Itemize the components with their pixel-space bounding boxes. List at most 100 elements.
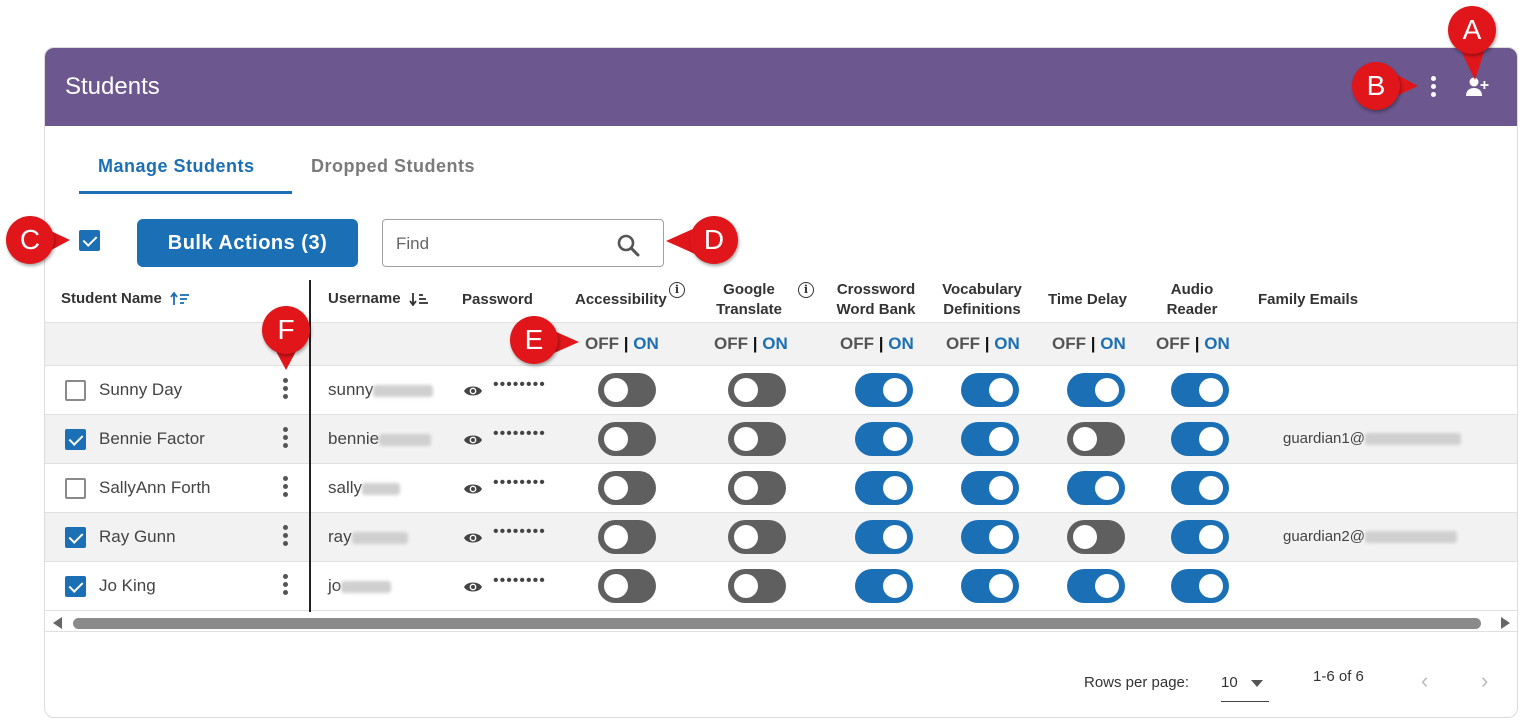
toggle-crossword[interactable] [855, 569, 913, 603]
scroll-thumb[interactable] [73, 618, 1481, 629]
sort-desc-icon[interactable] [408, 292, 429, 307]
toggle-google-translate[interactable] [728, 422, 786, 456]
toggle-knob [883, 574, 907, 598]
vocabulary-bulk-toggle: OFF | ON [946, 334, 1020, 353]
col-username[interactable]: Username [328, 289, 429, 309]
row-more-options-icon[interactable] [283, 378, 289, 402]
table-row: Bennie Factor bennie •••••••• guardian1@ [45, 415, 1517, 464]
toggle-knob [1095, 574, 1119, 598]
toggle-crossword[interactable] [855, 373, 913, 407]
row-checkbox[interactable] [65, 478, 86, 499]
show-password-icon[interactable] [463, 482, 483, 496]
row-more-options-icon[interactable] [283, 427, 289, 451]
toggle-crossword[interactable] [855, 471, 913, 505]
toggle-knob [1199, 427, 1223, 451]
table-row: Jo King jo •••••••• [45, 562, 1517, 611]
toggle-knob [734, 525, 758, 549]
toggle-accessibility[interactable] [598, 373, 656, 407]
info-icon[interactable]: i [798, 282, 814, 298]
row-more-options-icon[interactable] [283, 476, 289, 500]
toggle-knob [734, 427, 758, 451]
col-vocabulary-definitions: Vocabulary Definitions [942, 281, 1022, 318]
family-email: guardian1@ [1283, 430, 1461, 447]
toggle-google-translate[interactable] [728, 520, 786, 554]
toggle-vocabulary[interactable] [961, 373, 1019, 407]
toggle-accessibility[interactable] [598, 471, 656, 505]
toggle-crossword[interactable] [855, 520, 913, 554]
toggle-crossword[interactable] [855, 422, 913, 456]
more-options-icon[interactable] [1431, 76, 1437, 100]
toggle-vocabulary[interactable] [961, 520, 1019, 554]
toggle-knob [883, 525, 907, 549]
student-name[interactable]: Bennie Factor [99, 429, 205, 449]
accessibility-bulk-toggle: OFF | ON [585, 334, 659, 353]
toggle-google-translate[interactable] [728, 471, 786, 505]
tab-manage-students[interactable]: Manage Students [79, 156, 292, 194]
tab-dropped-students[interactable]: Dropped Students [311, 156, 475, 194]
col-password: Password [462, 291, 533, 308]
search-input[interactable] [396, 232, 596, 256]
row-more-options-icon[interactable] [283, 574, 289, 598]
show-password-icon[interactable] [463, 384, 483, 398]
student-name[interactable]: SallyAnn Forth [99, 478, 211, 498]
toggle-knob [989, 378, 1013, 402]
table-row: SallyAnn Forth sally •••••••• [45, 464, 1517, 513]
student-name[interactable]: Sunny Day [99, 380, 182, 400]
card-header: Students [45, 48, 1517, 126]
toggle-vocabulary[interactable] [961, 569, 1019, 603]
row-more-options-icon[interactable] [283, 525, 289, 549]
col-student-name[interactable]: Student Name [61, 289, 190, 309]
page-range: 1-6 of 6 [1313, 668, 1364, 685]
toggle-knob [604, 525, 628, 549]
search-icon[interactable] [616, 233, 640, 257]
student-name[interactable]: Jo King [99, 576, 156, 596]
toggle-google-translate[interactable] [728, 373, 786, 407]
toggle-audio-reader[interactable] [1171, 471, 1229, 505]
toggle-time-delay[interactable] [1067, 422, 1125, 456]
toggle-audio-reader[interactable] [1171, 520, 1229, 554]
row-checkbox[interactable] [65, 527, 86, 548]
toggle-time-delay[interactable] [1067, 569, 1125, 603]
toggle-time-delay[interactable] [1067, 471, 1125, 505]
callout-d: D [690, 216, 738, 264]
row-checkbox[interactable] [65, 576, 86, 597]
col-accessibility: Accessibility [575, 291, 667, 308]
toggle-accessibility[interactable] [598, 569, 656, 603]
horizontal-scrollbar[interactable] [45, 614, 1517, 632]
show-password-icon[interactable] [463, 580, 483, 594]
scroll-left-icon[interactable] [53, 617, 62, 629]
scroll-right-icon[interactable] [1501, 617, 1510, 629]
toggle-knob [989, 427, 1013, 451]
google-translate-bulk-toggle: OFF | ON [714, 334, 788, 353]
toggle-google-translate[interactable] [728, 569, 786, 603]
toggle-audio-reader[interactable] [1171, 422, 1229, 456]
next-page-icon[interactable]: › [1481, 668, 1488, 694]
select-all-checkbox[interactable] [79, 230, 100, 251]
toggle-audio-reader[interactable] [1171, 569, 1229, 603]
col-family-emails: Family Emails [1258, 291, 1359, 308]
toggle-time-delay[interactable] [1067, 520, 1125, 554]
sort-asc-icon[interactable] [170, 291, 190, 306]
toggle-accessibility[interactable] [598, 520, 656, 554]
toggle-vocabulary[interactable] [961, 471, 1019, 505]
info-icon[interactable]: i [669, 282, 685, 298]
toggle-time-delay[interactable] [1067, 373, 1125, 407]
show-password-icon[interactable] [463, 531, 483, 545]
row-checkbox[interactable] [65, 380, 86, 401]
caret-down-icon [1251, 680, 1263, 687]
prev-page-icon[interactable]: ‹ [1421, 668, 1428, 694]
username: ray [328, 527, 408, 547]
row-checkbox[interactable] [65, 429, 86, 450]
toggle-vocabulary[interactable] [961, 422, 1019, 456]
toggle-audio-reader[interactable] [1171, 373, 1229, 407]
toggle-accessibility[interactable] [598, 422, 656, 456]
callout-b: B [1352, 62, 1400, 110]
bulk-actions-button[interactable]: Bulk Actions (3) [137, 219, 358, 267]
rows-per-page-select[interactable]: 10 [1221, 670, 1269, 702]
toggle-knob [1199, 378, 1223, 402]
password-mask: •••••••• [493, 474, 546, 491]
toggle-knob [1095, 378, 1119, 402]
student-name[interactable]: Ray Gunn [99, 527, 176, 547]
show-password-icon[interactable] [463, 433, 483, 447]
password-mask: •••••••• [493, 523, 546, 540]
